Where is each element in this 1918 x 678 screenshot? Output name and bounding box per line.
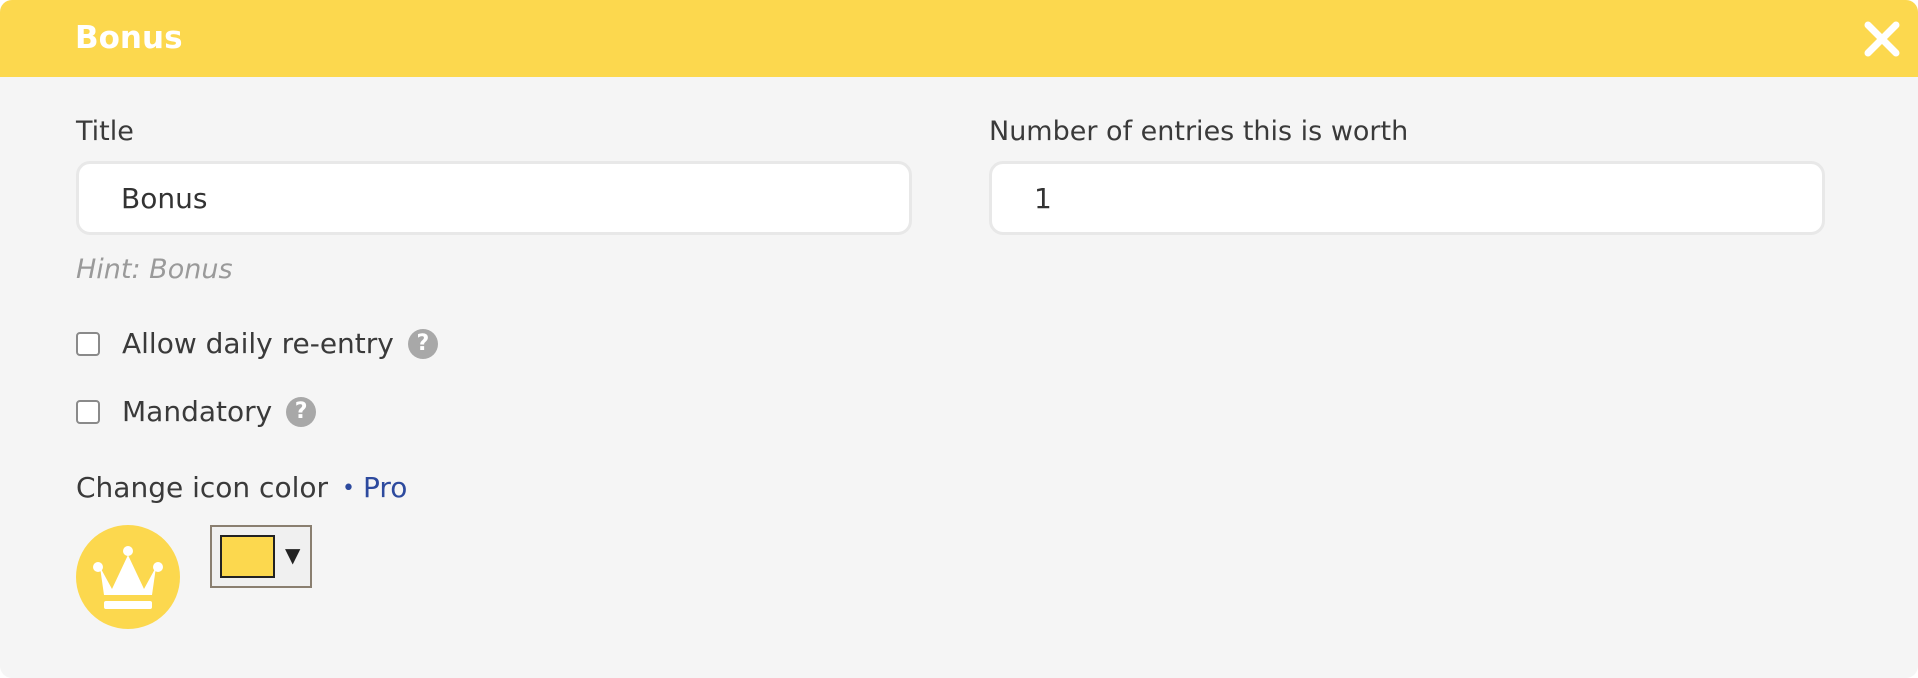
icon-preview [76, 525, 180, 629]
chevron-down-icon: ▼ [285, 543, 301, 567]
help-icon[interactable]: ? [407, 329, 438, 359]
icon-color-picker[interactable]: ▼ [210, 525, 312, 588]
change-icon-color-row: Change icon color • Pro [76, 468, 407, 508]
close-button[interactable] [1858, 15, 1906, 63]
title-hint: Hint: Bonus [76, 254, 233, 285]
dialog-title: Bonus [75, 20, 183, 56]
dialog-header: Bonus [0, 0, 1918, 77]
pro-link[interactable]: Pro [363, 468, 407, 508]
title-label: Title [76, 116, 134, 147]
crown-icon [93, 546, 163, 609]
color-swatch [220, 535, 275, 578]
daily-reentry-checkbox[interactable] [76, 332, 100, 356]
bonus-dialog: Bonus Title Hint: Bonus Number of entrie… [0, 0, 1918, 678]
help-icon[interactable]: ? [286, 397, 317, 427]
entries-label: Number of entries this is worth [989, 116, 1409, 147]
entries-input[interactable] [989, 161, 1825, 235]
pro-bullet: • [342, 475, 355, 501]
daily-reentry-label: Allow daily re-entry [122, 327, 394, 360]
close-icon [1864, 21, 1900, 57]
mandatory-checkbox[interactable] [76, 400, 100, 424]
change-icon-color-label: Change icon color [76, 471, 328, 504]
daily-reentry-row: Allow daily re-entry ? [76, 324, 438, 364]
mandatory-row: Mandatory ? [76, 392, 317, 432]
mandatory-label: Mandatory [122, 395, 273, 428]
title-input[interactable] [76, 161, 912, 235]
